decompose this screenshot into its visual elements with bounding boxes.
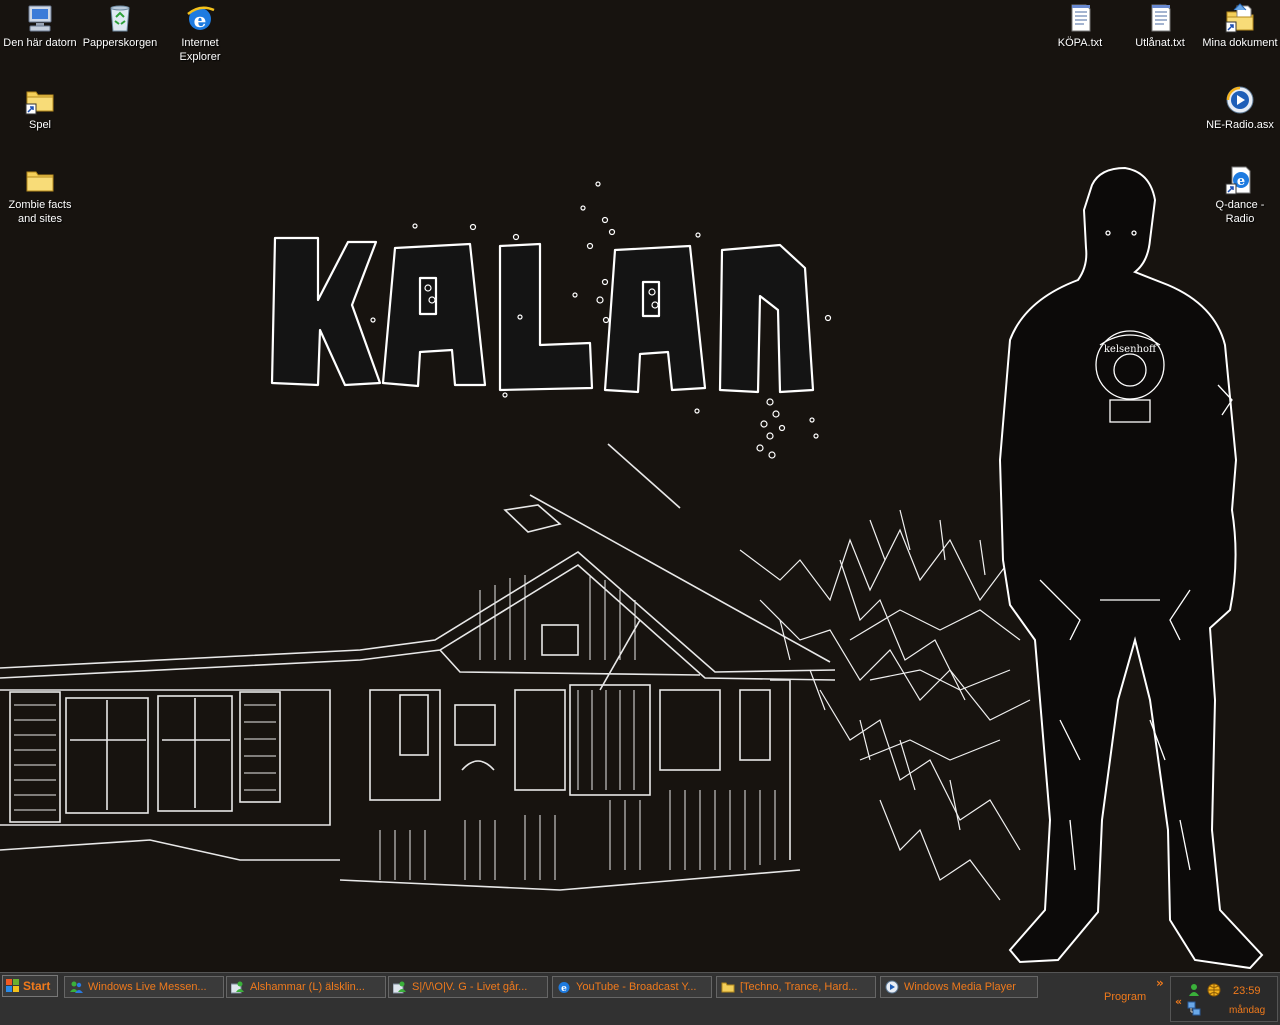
folder-icon: [721, 982, 735, 993]
ie-shortcut-icon: e: [1225, 166, 1251, 195]
task-windows-live-messenger[interactable]: Windows Live Messen...: [64, 976, 224, 998]
ne-radio-label: NE-Radio.asx: [1206, 119, 1274, 131]
task-label: Windows Live Messen...: [88, 981, 207, 993]
my-computer-label: Den här datorn: [3, 37, 77, 49]
documents-folder-icon: [1225, 3, 1254, 33]
taskbar: Start Windows Live Messen... Alshammar (…: [0, 972, 1280, 1025]
media-player-icon: [885, 980, 899, 994]
kopa-file-label: KÖPA.txt: [1057, 37, 1103, 49]
start-button[interactable]: Start: [2, 975, 58, 997]
spel-desktop-icon[interactable]: Spel: [0, 84, 80, 132]
text-file-icon: [1071, 4, 1091, 32]
tray-expand-chevron[interactable]: «: [1175, 995, 1182, 1008]
ne-radio-desktop-icon[interactable]: NE-Radio.asx: [1200, 84, 1280, 132]
kopa-file-desktop-icon[interactable]: KÖPA.txt: [1040, 2, 1120, 50]
mina-dokument-label: Mina dokument: [1202, 37, 1278, 49]
task-windows-media-player[interactable]: Windows Media Player: [880, 976, 1038, 998]
desktop[interactable]: kelsenhoff Den här datorn Papperskorgen …: [0, 0, 1280, 972]
program-toolbar-chevron[interactable]: »: [1156, 976, 1164, 990]
task-label: Alshammar (L) älsklin...: [250, 981, 365, 993]
recycle-bin-desktop-icon[interactable]: Papperskorgen: [80, 2, 160, 50]
globe-tray-icon[interactable]: [1207, 983, 1221, 997]
qdance-radio-label: Q-dance - Radio: [1215, 199, 1265, 225]
windows-logo-icon: [6, 979, 19, 992]
program-toolbar-label[interactable]: Program: [1104, 991, 1146, 1003]
task-label: [Techno, Trance, Hard...: [740, 981, 858, 993]
task-label: YouTube - Broadcast Y...: [576, 981, 697, 993]
internet-explorer-desktop-icon[interactable]: e Internet Explorer: [160, 2, 240, 64]
recycle-bin-icon: [110, 5, 130, 32]
wallpaper: kelsenhoff: [0, 0, 1280, 972]
network-tray-icon[interactable]: [1187, 1001, 1201, 1017]
folder-shortcut-icon: [25, 91, 54, 115]
task-label: S|/\/\O|V. G - Livet går...: [412, 981, 528, 993]
task-alshammar-chat[interactable]: Alshammar (L) älsklin...: [226, 976, 386, 998]
messenger-icon: [70, 981, 83, 993]
media-file-icon: [1226, 86, 1254, 114]
svg-text:e: e: [561, 984, 567, 994]
ie-icon: e: [558, 982, 570, 994]
spel-label: Spel: [28, 119, 52, 131]
svg-text:e: e: [194, 8, 207, 32]
messenger-chat-icon: [393, 981, 406, 994]
system-tray: « 23:59 måndag: [1170, 976, 1278, 1022]
task-simon-chat[interactable]: S|/\/\O|V. G - Livet går...: [388, 976, 548, 998]
qdance-radio-desktop-icon[interactable]: e Q-dance - Radio: [1200, 164, 1280, 226]
utlanat-file-desktop-icon[interactable]: Utlånat.txt: [1120, 2, 1200, 50]
folder-icon: [26, 171, 54, 192]
clock-time[interactable]: 23:59: [1233, 985, 1261, 997]
zombie-folder-label: Zombie facts and sites: [8, 199, 72, 225]
messenger-tray-icon[interactable]: [1187, 983, 1201, 997]
ie-icon: e: [187, 6, 215, 32]
mina-dokument-desktop-icon[interactable]: Mina dokument: [1200, 2, 1280, 50]
messenger-chat-icon: [231, 981, 244, 994]
text-file-icon: [1151, 4, 1171, 32]
wallpaper-shirt-text: kelsenhoff: [1104, 344, 1157, 355]
task-techno-folder[interactable]: [Techno, Trance, Hard...: [716, 976, 876, 998]
svg-text:e: e: [1237, 174, 1245, 189]
utlanat-file-label: Utlånat.txt: [1135, 37, 1185, 49]
clock-day: måndag: [1229, 1005, 1266, 1016]
my-computer-desktop-icon[interactable]: Den här datorn: [0, 2, 80, 50]
recycle-bin-label: Papperskorgen: [82, 37, 158, 49]
zombie-folder-desktop-icon[interactable]: Zombie facts and sites: [0, 164, 80, 226]
computer-icon: [28, 5, 52, 32]
task-youtube-browser[interactable]: e YouTube - Broadcast Y...: [552, 976, 712, 998]
internet-explorer-label: Internet Explorer: [179, 37, 221, 63]
task-label: Windows Media Player: [904, 981, 1016, 993]
start-label: Start: [23, 979, 51, 993]
